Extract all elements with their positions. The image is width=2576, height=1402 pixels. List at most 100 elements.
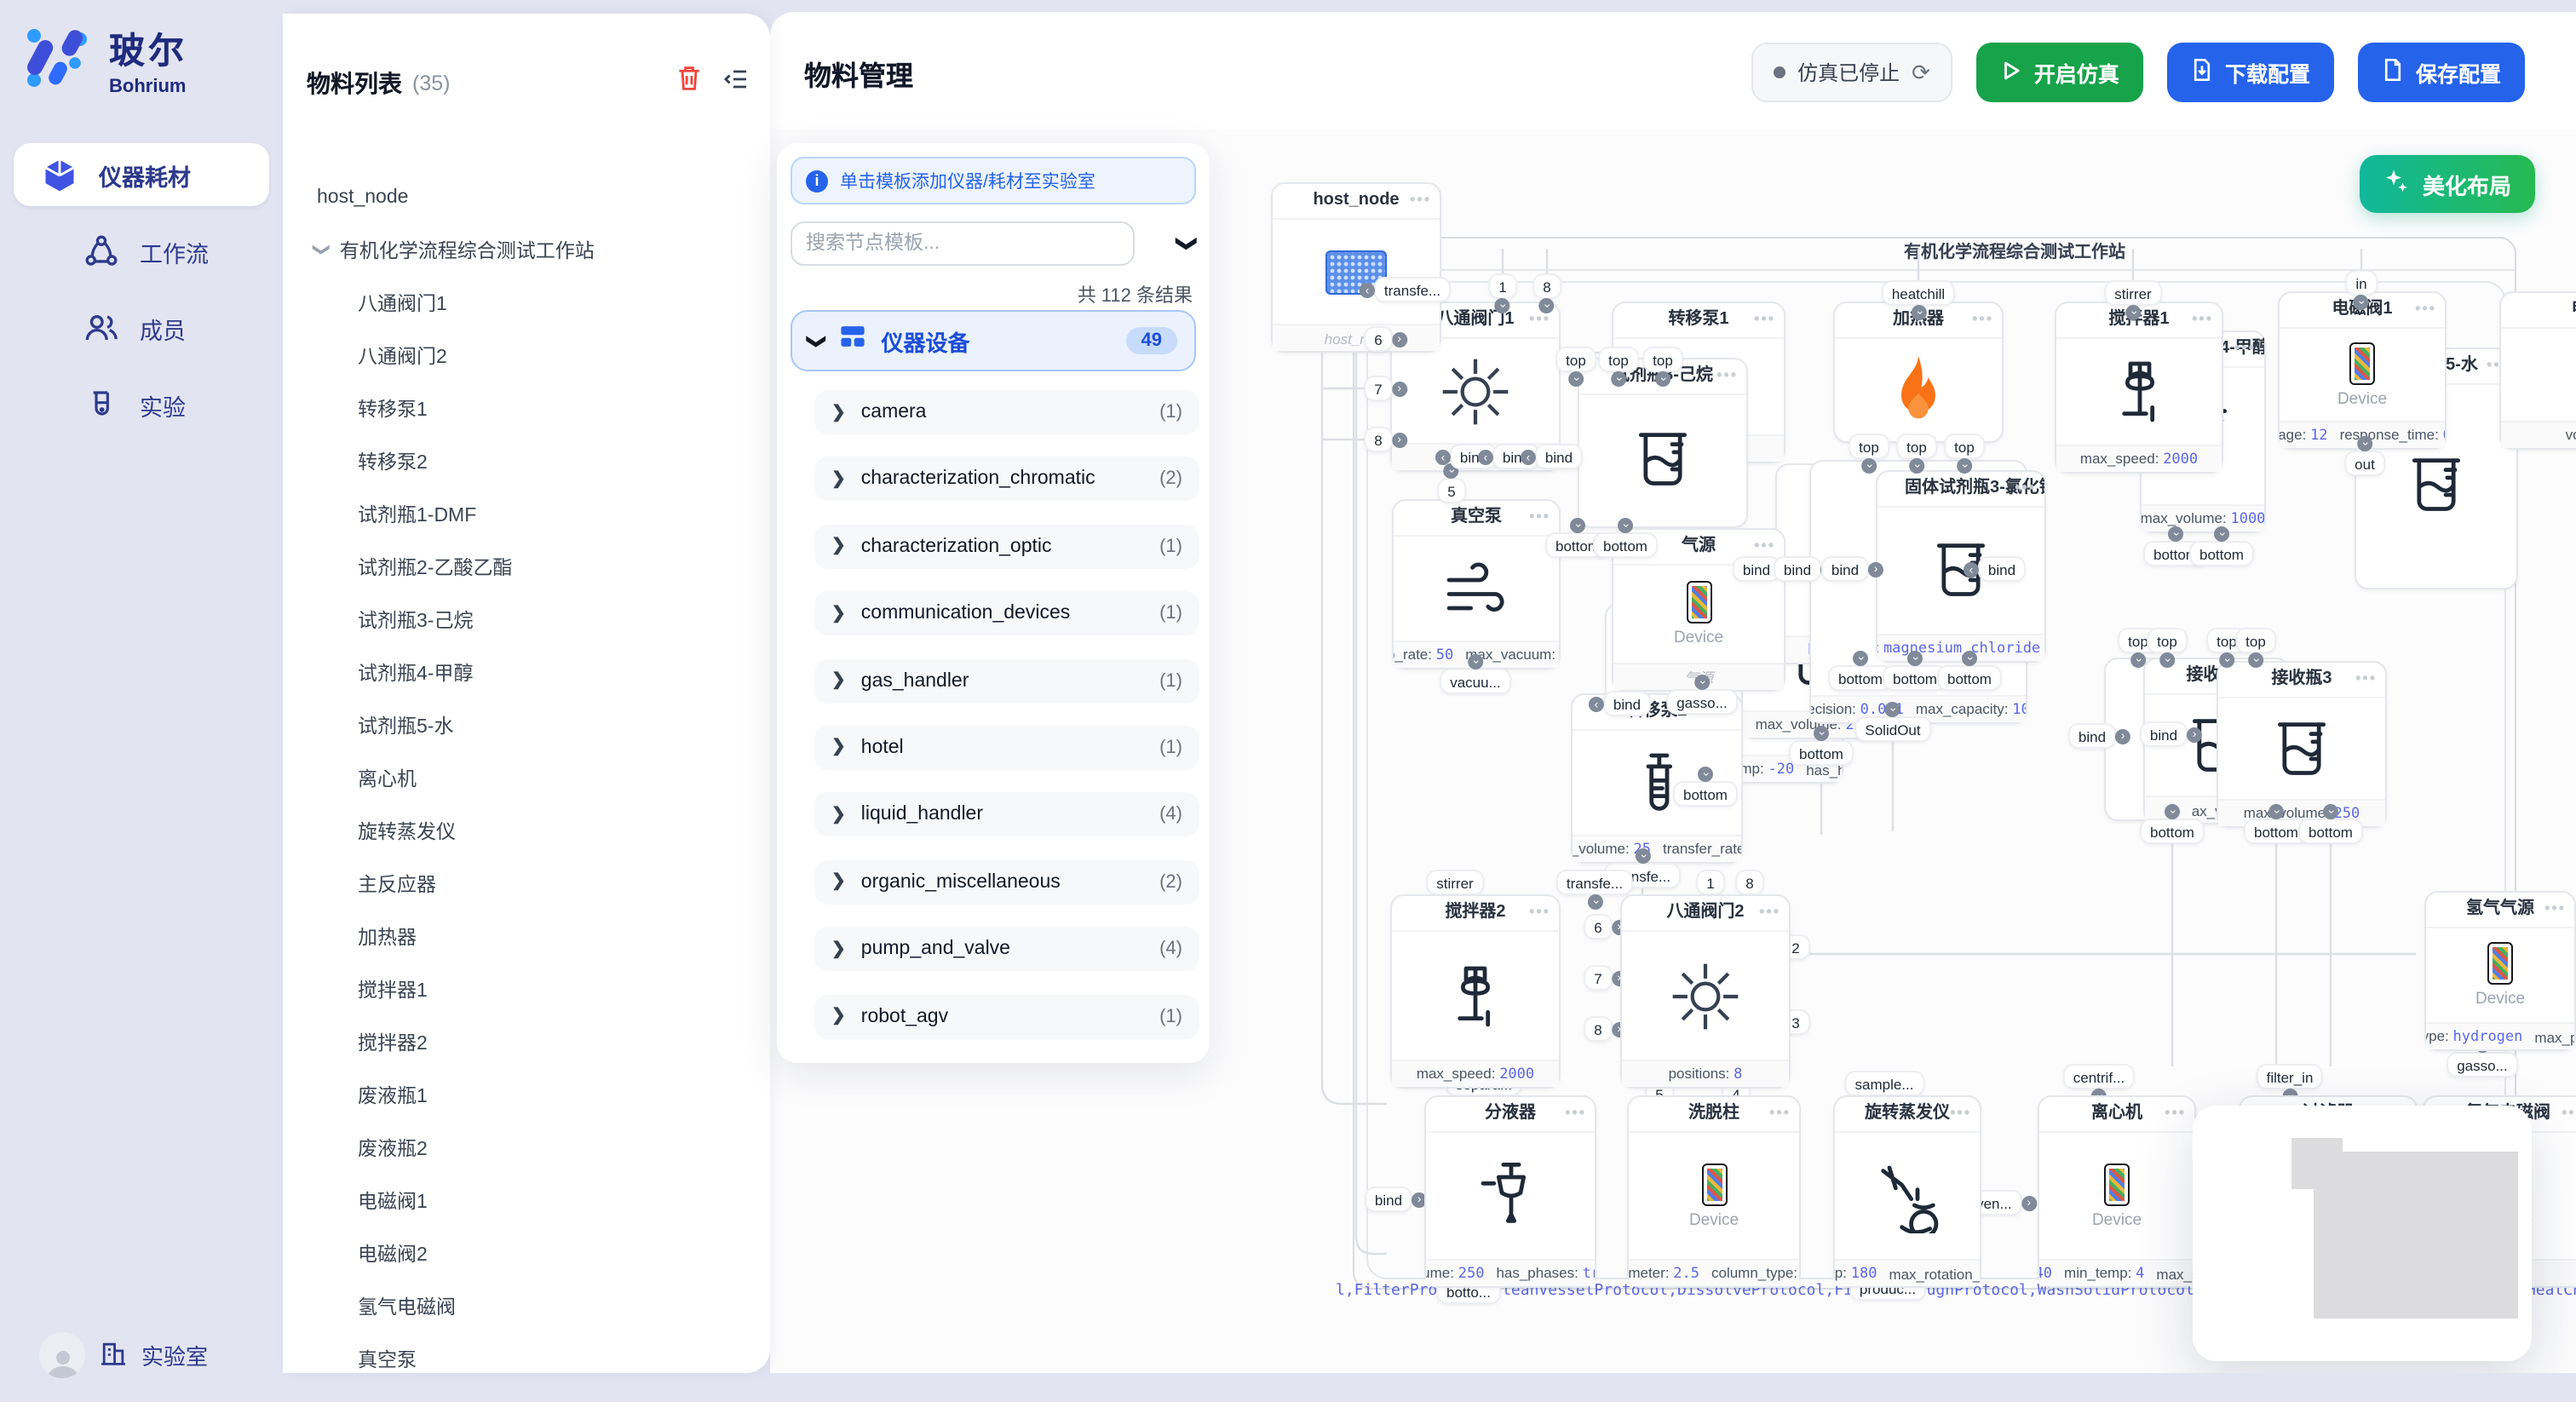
- lab-label[interactable]: 实验室: [141, 1339, 208, 1371]
- port-bind[interactable]: bind›: [2070, 725, 2114, 747]
- port-SolidOut[interactable]: SolidOut›: [1856, 718, 1929, 740]
- port-8[interactable]: 8›: [1366, 428, 1390, 451]
- port-1[interactable]: 1›: [1490, 275, 1515, 297]
- palette-row-gas_handler[interactable]: ❯gas_handler(1): [814, 658, 1199, 703]
- port-bottom[interactable]: bottom›: [2142, 820, 2203, 842]
- port-bottom[interactable]: bottom›: [2300, 820, 2361, 842]
- node-batongfamen2[interactable]: 八通阀门2•••positions: 8: [1620, 894, 1791, 1089]
- palette-row-camera[interactable]: ❯camera(1): [814, 390, 1199, 434]
- sidebar-item-0[interactable]: 仪器耗材: [14, 143, 269, 206]
- tree-item[interactable]: host_node: [283, 170, 770, 223]
- tree-item[interactable]: ❯有机化学流程综合测试工作站: [283, 223, 770, 276]
- node-fenyeqi[interactable]: 分液器•••volume: 250has_phases: true: [1424, 1095, 1596, 1288]
- tree-item[interactable]: 主反应器: [283, 857, 770, 910]
- tree-item[interactable]: 八通阀门2: [283, 329, 770, 382]
- beautify-layout-button[interactable]: 美化布局: [2360, 155, 2535, 213]
- port-top[interactable]: top›: [1946, 435, 1983, 457]
- node-menu-icon[interactable]: •••: [1759, 896, 1780, 928]
- tree-item[interactable]: 试剂瓶1-DMF: [283, 487, 770, 540]
- port-top[interactable]: top›: [1850, 435, 1888, 457]
- port-bind[interactable]: bind›: [2142, 723, 2186, 745]
- node-menu-icon[interactable]: •••: [2165, 1097, 2186, 1129]
- node-lixinji[interactable]: 离心机•••Devicep: 40min_temp: 4max_spe: [2038, 1095, 2196, 1288]
- port-out[interactable]: out›: [2346, 452, 2383, 474]
- port-gasso[interactable]: gasso...›: [2448, 1054, 2516, 1076]
- node-menu-icon[interactable]: •••: [1716, 359, 1738, 392]
- node-menu-icon[interactable]: •••: [2355, 663, 2377, 695]
- sidebar-item-3[interactable]: 实验: [14, 373, 269, 436]
- node-jiareqi[interactable]: 加热器•••: [1833, 302, 2004, 443]
- tree-item[interactable]: 试剂瓶5-水: [283, 698, 770, 751]
- port-bottom[interactable]: bottom›: [1595, 534, 1656, 556]
- port-filter_in[interactable]: filter_in›: [2258, 1066, 2322, 1088]
- tree-item[interactable]: 加热器: [283, 910, 770, 962]
- header-button-0[interactable]: 开启仿真: [1976, 43, 2143, 102]
- palette-row-characterization_optic[interactable]: ❯characterization_optic(1): [814, 525, 1199, 569]
- port-top[interactable]: top›: [1600, 348, 1637, 371]
- node-menu-icon[interactable]: •••: [1754, 303, 1775, 336]
- port-7[interactable]: 7›: [1366, 377, 1390, 399]
- chevron-down-icon[interactable]: ❯: [311, 243, 330, 257]
- node-qingqiqiyuan[interactable]: 氢气气源•••Device_type: hydrogenmax_pre: [2424, 891, 2576, 1051]
- port-top[interactable]: top›: [1898, 435, 1935, 457]
- node-menu-icon[interactable]: •••: [1410, 184, 1431, 216]
- port-in[interactable]: in›: [2347, 272, 2375, 294]
- node-menu-icon[interactable]: •••: [1529, 501, 1550, 533]
- header-button-2[interactable]: 保存配置: [2358, 43, 2525, 102]
- port-bottom[interactable]: bottom›: [1939, 667, 2000, 689]
- port-1[interactable]: 1›: [1698, 871, 1722, 893]
- avatar[interactable]: [39, 1332, 85, 1378]
- tree-item[interactable]: 搅拌器1: [283, 962, 770, 1015]
- tree-item[interactable]: 试剂瓶3-己烷: [283, 593, 770, 646]
- tree-item[interactable]: 电磁阀1: [283, 1174, 770, 1227]
- sidebar-item-2[interactable]: 成员: [14, 296, 269, 359]
- node-zhuanyibeng2[interactable]: 转移泵2•••max_volume: 25transfer_rate: 10: [1571, 693, 1743, 864]
- node-jiaobanqi1[interactable]: 搅拌器1•••max_speed: 2000: [2055, 302, 2223, 474]
- port-bottom[interactable]: bottom›: [1791, 742, 1852, 764]
- port-transfe[interactable]: transfe...›: [1558, 871, 1631, 893]
- sidebar-item-1[interactable]: 工作流: [14, 220, 269, 283]
- tree-item[interactable]: 搅拌器2: [283, 1015, 770, 1068]
- port-6[interactable]: 6›: [1366, 328, 1390, 350]
- node-menu-icon[interactable]: •••: [1529, 896, 1550, 928]
- node-menu-icon[interactable]: •••: [1769, 1097, 1791, 1129]
- port-sample[interactable]: sample...›: [1847, 1072, 1923, 1095]
- chevron-down-icon[interactable]: ❯: [1176, 235, 1199, 252]
- port-bottom[interactable]: bottom›: [2191, 543, 2252, 565]
- tree-item[interactable]: 废液瓶2: [283, 1121, 770, 1174]
- node-menu-icon[interactable]: •••: [1565, 1097, 1586, 1129]
- preview-modal[interactable]: [2193, 1106, 2532, 1361]
- tree-item[interactable]: 转移泵2: [283, 434, 770, 487]
- tree-item[interactable]: 转移泵1: [283, 382, 770, 434]
- port-vacuu[interactable]: vacuu...›: [1441, 670, 1509, 692]
- port-5[interactable]: 5›: [1439, 480, 1463, 502]
- node-menu-icon[interactable]: •••: [2192, 303, 2213, 336]
- port-centrif[interactable]: centrif...›: [2065, 1066, 2133, 1088]
- port-bind[interactable]: bind›: [1537, 445, 1581, 468]
- node-diancifa2[interactable]: 电磁阀2•••Devicevoltage: 12: [2499, 291, 2576, 450]
- port-top[interactable]: top›: [2237, 629, 2274, 652]
- tree-item[interactable]: 氢气电磁阀: [283, 1279, 770, 1332]
- port-stirrer[interactable]: stirrer›: [1428, 871, 1481, 893]
- simulation-status-pill[interactable]: 仿真已停止 ⟳: [1751, 43, 1952, 102]
- tree-item[interactable]: 试剂瓶2-乙酸乙酯: [283, 540, 770, 593]
- port-bind[interactable]: bind›: [1980, 558, 2024, 580]
- port-bind[interactable]: bind›: [1734, 558, 1779, 580]
- port-gasso[interactable]: gasso...›: [1668, 691, 1736, 713]
- port-8[interactable]: 8›: [1585, 1018, 1610, 1040]
- port-bind[interactable]: bind›: [1605, 692, 1649, 715]
- node-jieshouping3[interactable]: 接收瓶3•••max_volume: 250: [2217, 661, 2387, 828]
- refresh-icon[interactable]: ⟳: [1912, 59, 1930, 86]
- tree-item[interactable]: 离心机: [283, 751, 770, 804]
- node-menu-icon[interactable]: •••: [2234, 332, 2256, 365]
- port-8[interactable]: 8›: [1534, 275, 1559, 297]
- tree-item[interactable]: 废液瓶1: [283, 1068, 770, 1121]
- tree-item[interactable]: 真空泵: [283, 1332, 770, 1385]
- port-bottom[interactable]: bottom›: [2245, 820, 2307, 842]
- header-button-1[interactable]: 下载配置: [2167, 43, 2334, 102]
- palette-row-characterization_chromatic[interactable]: ❯characterization_chromatic(2): [814, 457, 1199, 502]
- node-menu-icon[interactable]: •••: [2544, 893, 2566, 925]
- port-bottom[interactable]: bottom›: [1884, 667, 1946, 689]
- node-diancifa1[interactable]: 电磁阀1•••Devicevoltage: 12response_time: 0…: [2278, 291, 2447, 450]
- port-bottom[interactable]: bottom›: [1675, 783, 1736, 805]
